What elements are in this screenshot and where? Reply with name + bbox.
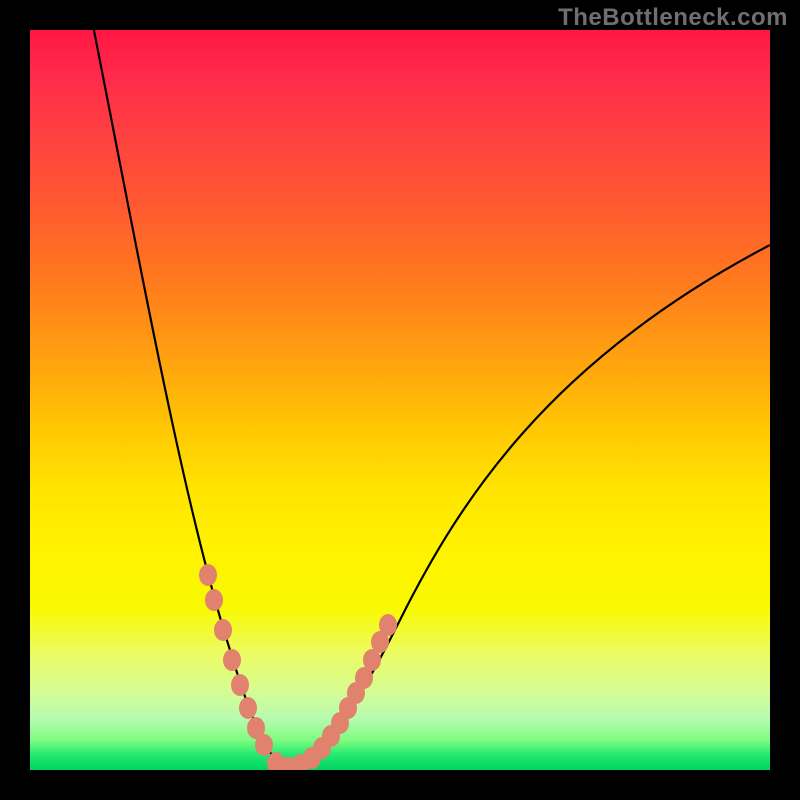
nub-point — [205, 589, 223, 611]
nub-point — [255, 734, 273, 756]
nub-point — [214, 619, 232, 641]
watermark-label: TheBottleneck.com — [558, 4, 788, 32]
nub-point — [223, 649, 241, 671]
plot-area — [30, 30, 770, 770]
nub-group-left — [199, 564, 285, 770]
curve-overlay — [30, 30, 770, 770]
nub-group-right — [279, 614, 397, 770]
left-branch-curve — [90, 30, 288, 768]
nub-point — [231, 674, 249, 696]
nub-point — [239, 697, 257, 719]
nub-point — [199, 564, 217, 586]
chart-container: TheBottleneck.com — [0, 0, 800, 800]
nub-point — [379, 614, 397, 636]
